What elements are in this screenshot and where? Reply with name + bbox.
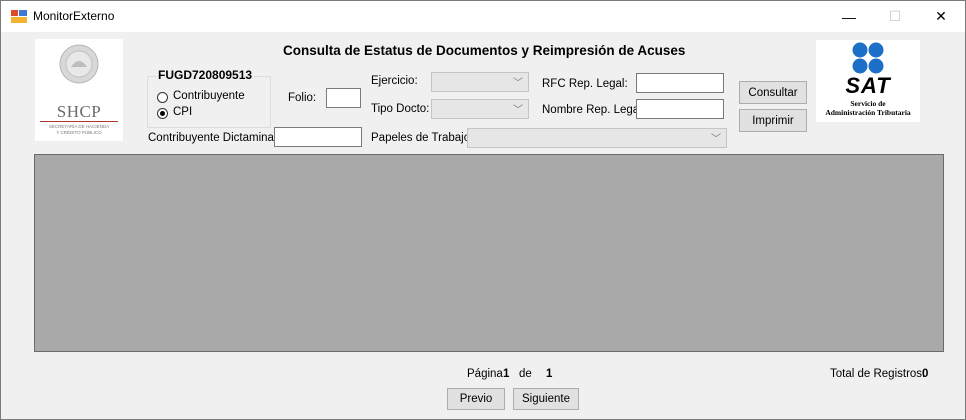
main-window: MonitorExterno — ☐ ✕ SHCP SECRETARÍA DE …: [0, 0, 966, 420]
pagination-page-label: Página: [467, 368, 503, 380]
app-window-icon: [11, 10, 27, 23]
sat-dots-icon: [852, 42, 884, 74]
nombre-rep-legal-label: Nombre Rep. Legal:: [542, 104, 645, 116]
sat-subtitle-2: Administración Tributaria: [825, 108, 911, 117]
folio-label: Folio:: [288, 92, 317, 104]
total-records-label: Total de Registros:: [830, 368, 926, 380]
ejercicio-select[interactable]: ﹀: [431, 72, 529, 92]
tipo-docto-select[interactable]: ﹀: [431, 99, 529, 119]
sat-logo: SAT Servicio de Administración Tributari…: [816, 40, 920, 122]
maximize-button[interactable]: ☐: [872, 1, 918, 32]
window-title: MonitorExterno: [33, 9, 115, 23]
contribuyente-dictaminado-input[interactable]: [274, 127, 362, 147]
previo-button[interactable]: Previo: [447, 388, 505, 410]
imprimir-button[interactable]: Imprimir: [739, 109, 807, 132]
total-records-value: 0: [922, 368, 929, 380]
chevron-down-icon: ﹀: [513, 104, 523, 116]
sat-name: SAT: [845, 73, 891, 98]
pagination-of-label: de: [519, 368, 532, 380]
chevron-down-icon: ﹀: [513, 77, 523, 89]
shcp-subtitle-1: SECRETARÍA DE HACIENDA: [48, 124, 110, 129]
shcp-logo: SHCP SECRETARÍA DE HACIENDA Y CRÉDITO PÚ…: [35, 39, 123, 141]
rfc-group-label: FUGD720809513: [156, 68, 255, 82]
siguiente-button[interactable]: Siguiente: [513, 388, 579, 410]
tipo-docto-label: Tipo Docto:: [371, 103, 430, 115]
page-title: Consulta de Estatus de Documentos y Reim…: [283, 43, 686, 58]
nombre-rep-legal-input[interactable]: [636, 99, 724, 119]
shcp-subtitle-2: Y CRÉDITO PÚBLICO: [56, 130, 102, 135]
papeles-trabajo-select[interactable]: ﹀: [467, 128, 727, 148]
sat-subtitle-1: Servicio de: [850, 99, 886, 108]
pagination-current-page: 1: [503, 368, 510, 380]
shcp-name: SHCP: [56, 102, 102, 121]
shcp-divider: [40, 121, 118, 122]
title-bar[interactable]: MonitorExterno — ☐ ✕: [1, 1, 965, 32]
cpi-radio[interactable]: [157, 108, 168, 119]
ejercicio-label: Ejercicio:: [371, 75, 418, 87]
contribuyente-dictaminado-label: Contribuyente Dictaminado:: [148, 132, 290, 144]
contribuyente-radio[interactable]: [157, 92, 168, 103]
results-grid[interactable]: [34, 154, 944, 352]
rfc-rep-legal-label: RFC Rep. Legal:: [542, 78, 628, 90]
papeles-trabajo-label: Papeles de Trabajo:: [371, 132, 474, 144]
pagination-total-pages: 1: [546, 368, 553, 380]
consultar-button[interactable]: Consultar: [739, 81, 807, 104]
close-button[interactable]: ✕: [918, 1, 964, 32]
contribuyente-radio-label[interactable]: Contribuyente: [173, 90, 245, 102]
folio-input[interactable]: [326, 88, 361, 108]
minimize-button[interactable]: —: [826, 1, 872, 32]
shcp-seal-icon: [59, 44, 99, 84]
cpi-radio-label[interactable]: CPI: [173, 106, 192, 118]
rfc-rep-legal-input[interactable]: [636, 73, 724, 93]
chevron-down-icon: ﹀: [711, 133, 721, 145]
